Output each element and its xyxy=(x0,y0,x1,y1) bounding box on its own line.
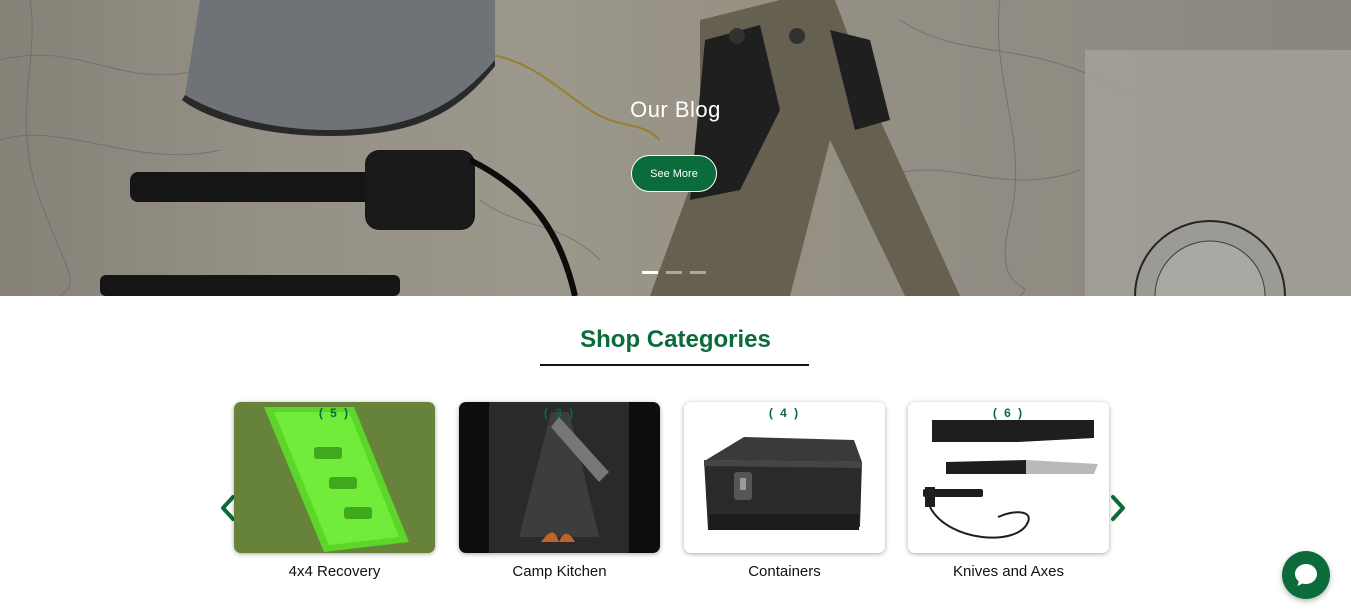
category-card-4x4-recovery[interactable]: ( 5 ) xyxy=(234,402,435,553)
see-more-button[interactable]: See More xyxy=(631,155,717,192)
slider-dots xyxy=(642,271,706,274)
category-image-knives-and-axes xyxy=(908,402,1109,553)
slider-dot-3[interactable] xyxy=(690,271,706,274)
category-card-containers[interactable]: ( 4 ) xyxy=(684,402,885,553)
category-count: ( 5 ) xyxy=(318,406,351,420)
hero-title: Our Blog xyxy=(630,97,721,122)
hero-background-image xyxy=(0,0,1351,296)
category-label-containers[interactable]: Containers xyxy=(684,563,885,580)
section-title: Shop Categories xyxy=(580,326,771,353)
chevron-right-icon xyxy=(1111,495,1125,521)
category-label-knives-and-axes[interactable]: Knives and Axes xyxy=(908,563,1109,580)
category-count: ( 6 ) xyxy=(992,406,1025,420)
hero-banner: Our Blog See More xyxy=(0,0,1351,296)
chat-bubble-icon xyxy=(1295,564,1317,586)
category-count: ( 3 ) xyxy=(543,406,576,420)
category-card-camp-kitchen[interactable]: ( 3 ) xyxy=(459,402,660,553)
category-count: ( 4 ) xyxy=(768,406,801,420)
title-underline xyxy=(540,364,809,366)
category-card-knives-and-axes[interactable]: ( 6 ) xyxy=(908,402,1109,553)
chat-widget-button[interactable] xyxy=(1282,551,1330,599)
carousel-next-button[interactable] xyxy=(1108,494,1128,522)
slider-dot-1[interactable] xyxy=(642,271,658,274)
category-label-4x4-recovery[interactable]: 4x4 Recovery xyxy=(234,563,435,580)
slider-dot-2[interactable] xyxy=(666,271,682,274)
category-image-containers xyxy=(684,402,885,553)
category-image-camp-kitchen xyxy=(459,402,660,553)
category-label-camp-kitchen[interactable]: Camp Kitchen xyxy=(459,563,660,580)
category-image-4x4-recovery xyxy=(234,402,435,553)
